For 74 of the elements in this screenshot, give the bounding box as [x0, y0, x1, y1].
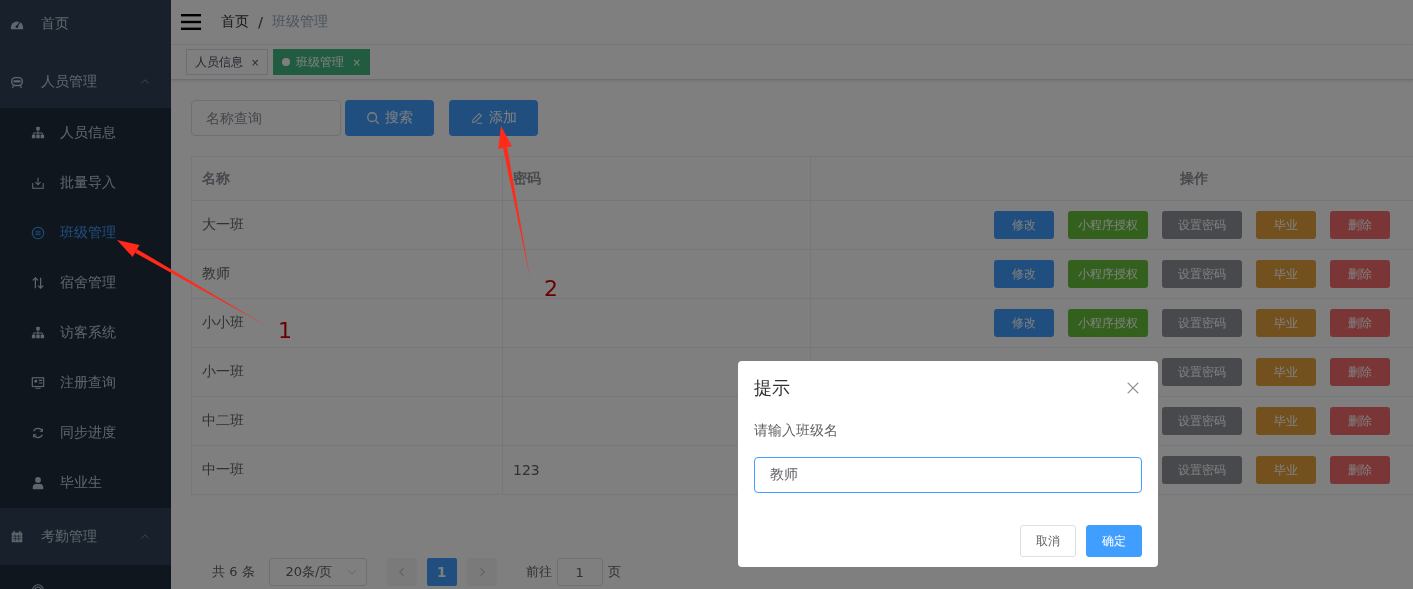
table-cell: 123 — [513, 462, 540, 478]
goto-label: 前往 — [525, 563, 552, 581]
action-button[interactable]: 删除 — [1330, 358, 1390, 386]
action-button[interactable]: 删除 — [1330, 260, 1390, 288]
sidebar-item[interactable]: 批量导入 — [0, 158, 171, 208]
action-button[interactable]: 修改 — [994, 309, 1054, 337]
list-circle-icon — [31, 226, 45, 240]
annotation-number: 2 — [544, 276, 558, 301]
action-button[interactable]: 删除 — [1330, 456, 1390, 484]
action-button[interactable]: 小程序授权 — [1068, 211, 1148, 239]
search-icon — [366, 111, 380, 125]
table-cell: 中一班 — [191, 445, 503, 495]
sidebar-item[interactable]: 访客系统 — [0, 308, 171, 358]
tab[interactable]: 人员信息 × — [186, 49, 269, 75]
breadcrumb-separator: / — [258, 14, 264, 30]
sidebar-item[interactable]: 注册查询 — [0, 358, 171, 408]
search-button[interactable]: 搜索 — [345, 100, 434, 136]
table-cell: 中二班 — [191, 396, 503, 446]
previous-page-button[interactable] — [386, 558, 417, 586]
action-button[interactable]: 修改 — [994, 260, 1054, 288]
tab[interactable]: 班级管理 × — [273, 49, 370, 75]
dialog-title: 提示 — [754, 376, 790, 400]
next-page-button[interactable] — [466, 558, 497, 586]
close-icon[interactable]: × — [251, 56, 260, 68]
sidebar-item[interactable]: 人员管理 — [0, 56, 171, 108]
action-button[interactable]: 修改 — [994, 211, 1054, 239]
sidebar-item[interactable]: 宿舍管理 — [0, 258, 171, 308]
action-button[interactable]: 删除 — [1330, 407, 1390, 435]
action-button[interactable]: 毕业 — [1256, 358, 1316, 386]
goto-suffix: 页 — [607, 563, 621, 581]
pencil-icon — [470, 111, 484, 125]
action-button[interactable]: 小程序授权 — [1068, 260, 1148, 288]
cancel-button[interactable]: 取消 — [1020, 525, 1076, 557]
action-button[interactable]: 删除 — [1330, 309, 1390, 337]
tab-label: 人员信息 — [195, 53, 243, 71]
close-icon[interactable] — [1126, 381, 1140, 395]
action-button[interactable]: 删除 — [1330, 211, 1390, 239]
sidebar-item[interactable]: 同步进度 — [0, 408, 171, 458]
person-icon — [31, 476, 45, 490]
action-button[interactable]: 小程序授权 — [1068, 309, 1148, 337]
add-button[interactable]: 添加 — [449, 100, 538, 136]
total-count: 共 6 条 — [212, 563, 255, 581]
dialog-message: 请输入班级名 — [754, 422, 839, 440]
table-cell: 小一班 — [191, 347, 503, 397]
input-field[interactable]: 教师 — [754, 457, 1142, 493]
import-icon — [31, 176, 45, 190]
swap-arrows-icon — [31, 276, 45, 290]
hierarchy-icon — [31, 326, 45, 340]
page-button[interactable]: 1 — [426, 558, 457, 586]
sidebar-item[interactable]: 首页 — [0, 0, 171, 48]
close-icon[interactable]: × — [352, 56, 361, 68]
annotation-number: 1 — [278, 318, 292, 343]
sidebar-item[interactable]: 考勤管理 — [0, 508, 171, 565]
action-button[interactable]: 毕业 — [1256, 260, 1316, 288]
refresh-icon — [31, 426, 45, 440]
robot-icon — [10, 75, 24, 89]
page-input[interactable]: 1 — [556, 558, 603, 586]
action-button[interactable]: 毕业 — [1256, 211, 1316, 239]
confirm-button[interactable]: 确定 — [1086, 525, 1142, 557]
action-button[interactable]: 毕业 — [1256, 456, 1316, 484]
status-dot-icon — [282, 58, 291, 66]
breadcrumb-item[interactable]: 首页 — [221, 13, 249, 31]
sidebar-item[interactable]: 人员信息 — [0, 108, 171, 158]
id-card-icon — [31, 376, 45, 390]
sidebar-item[interactable]: 毕业生 — [0, 458, 171, 508]
action-button[interactable]: 毕业 — [1256, 309, 1316, 337]
tab-label: 班级管理 — [296, 53, 345, 71]
calendar-icon — [10, 529, 24, 544]
action-button[interactable]: 毕业 — [1256, 407, 1316, 435]
table-cell: 大一班 — [191, 200, 503, 250]
sidebar-item[interactable]: 班级管理 — [0, 208, 171, 258]
hierarchy-icon — [31, 126, 45, 140]
page-size-select[interactable]: 20条/页 — [268, 558, 367, 586]
menu-icon[interactable] — [181, 14, 201, 30]
